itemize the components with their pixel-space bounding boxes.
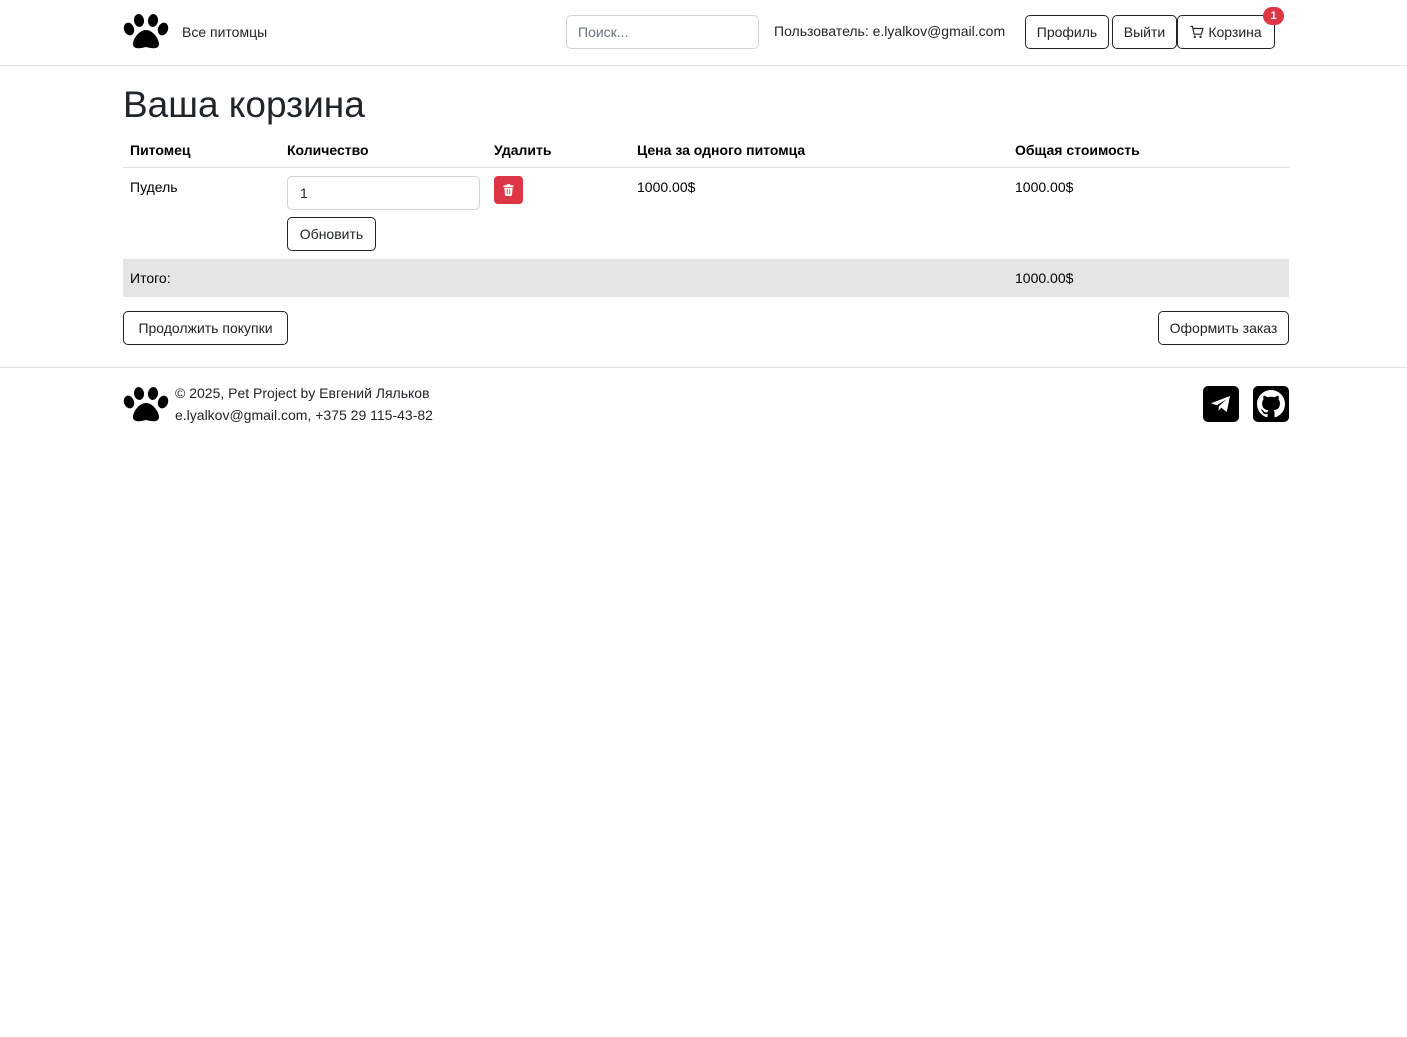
column-header-delete: Удалить: [494, 142, 552, 158]
telegram-icon: [1211, 396, 1230, 412]
telegram-link[interactable]: [1203, 386, 1239, 422]
checkout-button[interactable]: Оформить заказ: [1158, 311, 1289, 345]
table-header-divider: [123, 167, 1289, 168]
quantity-input[interactable]: [287, 176, 480, 210]
page-title: Ваша корзина: [123, 84, 365, 125]
column-header-pet: Питомец: [130, 142, 191, 158]
total-value: 1000.00$: [1015, 270, 1074, 286]
footer-contacts: e.lyalkov@gmail.com, +375 29 115-43-82: [175, 407, 433, 423]
cart-label: Корзина: [1208, 24, 1262, 40]
profile-button[interactable]: Профиль: [1025, 15, 1109, 49]
github-icon: [1257, 390, 1285, 418]
footer-divider: [0, 367, 1407, 368]
pet-name: Пудель: [130, 179, 178, 195]
cart-icon: [1190, 25, 1204, 38]
github-link[interactable]: [1253, 386, 1289, 422]
total-label: Итого:: [130, 270, 171, 286]
paw-logo-icon[interactable]: [123, 14, 169, 50]
item-total: 1000.00$: [1015, 179, 1074, 195]
search-input[interactable]: [566, 15, 759, 49]
total-row: [123, 259, 1289, 297]
logout-button[interactable]: Выйти: [1112, 15, 1177, 49]
column-header-total: Общая стоимость: [1015, 142, 1140, 158]
user-label: Пользователь: e.lyalkov@gmail.com: [774, 23, 1006, 39]
cart-count-badge: 1: [1263, 7, 1284, 25]
paw-icon: [123, 387, 169, 422]
delete-button[interactable]: [494, 176, 523, 204]
trash-icon: [503, 184, 514, 196]
column-header-quantity: Количество: [287, 142, 369, 158]
footer-copyright: © 2025, Pet Project by Евгений Ляльков: [175, 385, 430, 401]
site-header: Все питомцы Пользователь: e.lyalkov@gmai…: [0, 0, 1407, 66]
nav-all-pets-link[interactable]: Все питомцы: [182, 22, 267, 42]
update-button[interactable]: Обновить: [287, 217, 376, 251]
column-header-unit-price: Цена за одного питомца: [637, 142, 806, 158]
cart-button[interactable]: Корзина: [1177, 15, 1275, 49]
unit-price: 1000.00$: [637, 179, 696, 195]
continue-shopping-button[interactable]: Продолжить покупки: [123, 311, 288, 345]
